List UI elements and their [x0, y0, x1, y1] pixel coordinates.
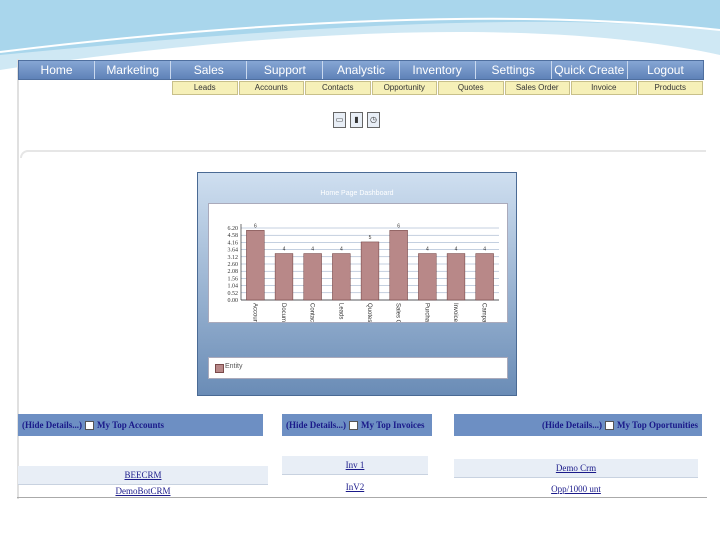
y-tick-label: 0.00: [228, 298, 239, 304]
nav-logout[interactable]: Logout: [627, 61, 703, 79]
data-label: 4: [426, 247, 429, 253]
panel-header-opportunities: (Hide Details...) My Top Oportunities: [454, 414, 702, 436]
y-tick-label: 1.56: [228, 276, 239, 282]
y-tick-label: 4.16: [228, 240, 239, 246]
y-tick-label: 3.12: [228, 255, 239, 261]
hide-details-link[interactable]: (Hide Details...): [22, 420, 82, 430]
chart-bar: [332, 253, 351, 301]
data-label: 4: [283, 247, 286, 253]
chart-bar: [360, 241, 380, 301]
dashboard-panel: Home Page Dashboard 6.20 4.58 4.16 3.64 3.12…: [197, 172, 517, 396]
subnav-products[interactable]: Products: [637, 81, 703, 95]
legend-swatch: [215, 364, 224, 373]
legend-label: Entity: [225, 363, 243, 370]
chart-legend: Entity: [208, 357, 508, 379]
x-tick-label: Accounts: [251, 303, 257, 322]
y-tick-label: 0.52: [228, 291, 239, 297]
list-item[interactable]: Demo Crm: [454, 459, 698, 478]
subnav-sales-order[interactable]: Sales Order: [504, 81, 570, 95]
data-label: 4: [483, 247, 486, 253]
list-item[interactable]: Inv 1: [282, 456, 428, 475]
nav-marketing[interactable]: Marketing: [95, 61, 172, 79]
x-tick-label: Campaign: [481, 303, 487, 322]
main-navigation: Home Marketing Sales Support Analystic I…: [18, 60, 704, 80]
x-tick-label: Purchase Order: [423, 303, 429, 322]
chart-bar: [389, 230, 408, 301]
chart-bar: [475, 253, 494, 301]
bottom-border: [17, 497, 707, 498]
data-label: 4: [455, 247, 458, 253]
expand-icon[interactable]: [349, 421, 358, 431]
subnav-accounts[interactable]: Accounts: [238, 81, 304, 95]
y-tick-label: 6.20: [228, 226, 239, 232]
y-tick-label: 1.04: [228, 284, 239, 290]
chart-bar: [418, 253, 437, 301]
chart-bar: [274, 253, 294, 301]
data-label: 5: [369, 235, 372, 241]
list-item[interactable]: Opp/1000 unt: [454, 480, 698, 498]
subnav-leads[interactable]: Leads: [172, 81, 238, 95]
x-tick-label: Sales Order: [395, 303, 401, 322]
expand-icon[interactable]: [85, 421, 94, 431]
chart-bar: [446, 253, 466, 301]
nav-analystic[interactable]: Analystic: [323, 61, 400, 79]
bar-chart: 6.204.584.16 3.643.122.602.081.56 1.040.52…: [228, 223, 499, 345]
nav-quick-create[interactable]: Quick Create: [551, 61, 628, 79]
data-label: 6: [397, 223, 400, 229]
panel-title: My Top Oportunities: [616, 420, 698, 430]
y-tick-label: 3.64: [228, 248, 239, 254]
data-label: 4: [311, 247, 314, 253]
dashboard-title: Home Page Dashboard: [320, 190, 394, 197]
view-icons: ▭ ▮ ◷: [333, 112, 380, 128]
list-item[interactable]: BEECRM: [18, 466, 268, 485]
panel-title: My Top Accounts: [97, 420, 165, 430]
nav-settings[interactable]: Settings: [475, 61, 552, 79]
list-item[interactable]: InV2: [282, 478, 428, 496]
nav-support[interactable]: Support: [247, 61, 324, 79]
x-tick-label: Documents: [280, 303, 286, 322]
nav-sales[interactable]: Sales: [171, 61, 248, 79]
chart-bar: [246, 230, 265, 301]
chart-bar: [303, 253, 322, 301]
document-icon[interactable]: ▭: [333, 112, 346, 128]
x-tick-label: Leads: [337, 303, 343, 319]
subnav-invoice[interactable]: Invoice: [571, 81, 637, 95]
hide-details-link[interactable]: (Hide Details...): [542, 420, 602, 430]
y-tick-label: 2.08: [228, 269, 239, 275]
subnav-quotes[interactable]: Quotes: [438, 81, 504, 95]
x-tick-label: Quotes: [366, 303, 372, 322]
y-tick-label: 2.60: [228, 262, 239, 268]
subnav-contacts[interactable]: Contacts: [305, 81, 371, 95]
subnav-opportunity[interactable]: Opportunity: [371, 81, 437, 95]
chart-area: 6.20 4.58 4.16 3.64 3.12 2.60 2.08 1.56 1.04 0.52…: [208, 203, 508, 345]
nav-inventory[interactable]: Inventory: [399, 61, 476, 79]
phone-icon[interactable]: ▮: [350, 112, 363, 128]
expand-icon[interactable]: [604, 421, 614, 431]
data-label: 6: [254, 223, 257, 229]
nav-home[interactable]: Home: [19, 61, 96, 79]
hide-details-link[interactable]: (Hide Details...): [286, 420, 346, 430]
section-divider: [20, 150, 706, 158]
x-tick-label: Invoices: [452, 303, 458, 322]
panel-title: My Top Invoices: [361, 420, 425, 430]
panel-header-accounts: (Hide Details...) My Top Accounts: [18, 414, 263, 436]
sub-navigation: Leads Accounts Contacts Opportunity Quot…: [172, 81, 704, 95]
y-tick-label: 4.58: [228, 233, 239, 239]
data-label: 4: [340, 247, 343, 253]
clock-icon[interactable]: ◷: [367, 112, 380, 128]
panel-header-invoices: (Hide Details...) My Top Invoices: [282, 414, 432, 436]
x-tick-label: Contacts: [309, 303, 315, 322]
list-item[interactable]: DemoBotCRM: [18, 486, 268, 497]
